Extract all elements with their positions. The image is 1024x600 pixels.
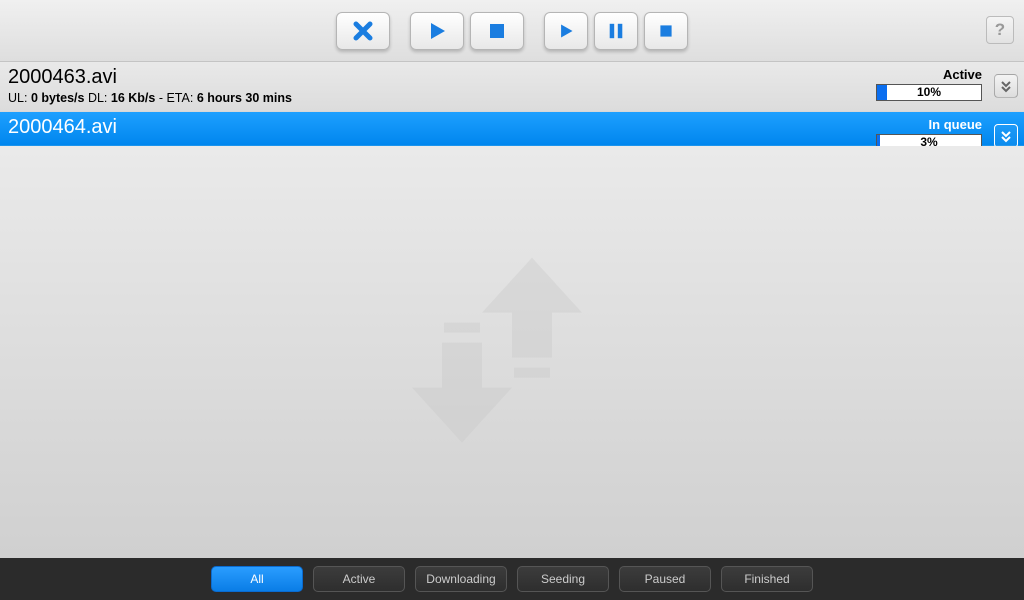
help-button[interactable]: ?: [986, 16, 1014, 44]
start-all-button[interactable]: [544, 12, 588, 50]
help-icon: ?: [995, 20, 1005, 40]
chevron-double-down-icon: [999, 79, 1013, 93]
filter-finished[interactable]: Finished: [721, 566, 813, 592]
toolbar: ?: [0, 0, 1024, 62]
stop-all-button[interactable]: [644, 12, 688, 50]
chevron-double-down-icon: [999, 129, 1013, 143]
filename-label: 2000463.avi: [8, 66, 1016, 89]
status-badge: Active: [876, 67, 982, 82]
torrent-list: 2000463.avi UL: 0 bytes/s DL: 16 Kb/s - …: [0, 62, 1024, 146]
filter-bar: All Active Downloading Seeding Paused Fi…: [0, 558, 1024, 600]
empty-area: [0, 146, 1024, 558]
stats-line: UL: 0 bytes/s DL: 16 Kb/s - ETA: 6 hours…: [8, 91, 1016, 105]
list-item[interactable]: 2000464.avi In queue 3%: [0, 112, 1024, 146]
start-button[interactable]: [410, 12, 464, 50]
transfer-arrows-icon: [402, 238, 622, 458]
stop-button[interactable]: [470, 12, 524, 50]
progress-bar: 3%: [876, 134, 982, 151]
status-badge: In queue: [876, 117, 982, 132]
expand-button[interactable]: [994, 124, 1018, 148]
filename-label: 2000464.avi: [8, 116, 1016, 139]
filter-active[interactable]: Active: [313, 566, 405, 592]
filter-seeding[interactable]: Seeding: [517, 566, 609, 592]
list-item[interactable]: 2000463.avi UL: 0 bytes/s DL: 16 Kb/s - …: [0, 62, 1024, 112]
progress-bar: 10%: [876, 84, 982, 101]
expand-button[interactable]: [994, 74, 1018, 98]
filter-downloading[interactable]: Downloading: [415, 566, 507, 592]
remove-button[interactable]: [336, 12, 390, 50]
pause-all-button[interactable]: [594, 12, 638, 50]
filter-paused[interactable]: Paused: [619, 566, 711, 592]
filter-all[interactable]: All: [211, 566, 303, 592]
